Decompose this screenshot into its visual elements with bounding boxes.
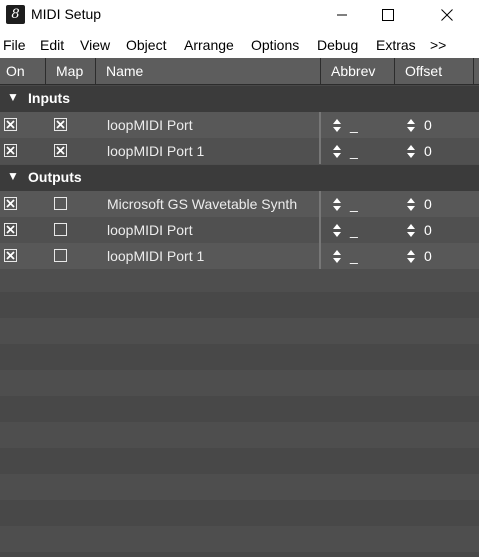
table-row: Microsoft GS Wavetable Synth _ 0 <box>0 191 479 217</box>
spinner-arrows-icon[interactable] <box>407 223 416 238</box>
offset-spinner[interactable]: 0 <box>407 143 432 159</box>
spinner-arrows-icon[interactable] <box>407 118 416 133</box>
spinner-arrows-icon[interactable] <box>333 249 342 264</box>
port-name: loopMIDI Port <box>107 222 193 238</box>
abbrev-spinner[interactable]: _ <box>333 196 358 212</box>
spinner-arrows-icon[interactable] <box>333 144 342 159</box>
map-checkbox[interactable] <box>54 249 67 262</box>
group-outputs[interactable]: ▼ Outputs <box>0 165 479 191</box>
offset-spinner[interactable]: 0 <box>407 248 432 264</box>
collapse-triangle-icon[interactable]: ▼ <box>7 90 19 104</box>
group-label: Inputs <box>28 90 70 106</box>
column-header-offset[interactable]: Offset <box>395 58 474 85</box>
close-icon <box>441 9 453 21</box>
close-button[interactable] <box>424 0 470 30</box>
spinner-arrows-icon[interactable] <box>407 144 416 159</box>
port-name: Microsoft GS Wavetable Synth <box>107 196 298 212</box>
midi-setup-table: On Map Name Abbrev Offset ▼ Inputs loopM… <box>0 58 479 557</box>
minimize-icon <box>337 14 347 16</box>
column-divider <box>319 138 321 164</box>
menu-file[interactable]: File <box>3 37 26 53</box>
spinner-arrows-icon[interactable] <box>333 118 342 133</box>
on-checkbox[interactable] <box>4 197 17 210</box>
abbrev-value: _ <box>350 248 358 264</box>
abbrev-value: _ <box>350 196 358 212</box>
offset-value: 0 <box>424 117 432 133</box>
port-name: loopMIDI Port 1 <box>107 248 205 264</box>
column-divider <box>319 217 321 243</box>
menu-extras[interactable]: Extras <box>376 37 416 53</box>
on-checkbox[interactable] <box>4 118 17 131</box>
menu-object[interactable]: Object <box>126 37 166 53</box>
on-checkbox[interactable] <box>4 249 17 262</box>
column-header-on[interactable]: On <box>0 58 46 85</box>
menu-view[interactable]: View <box>80 37 110 53</box>
abbrev-value: _ <box>350 143 358 159</box>
column-header-name[interactable]: Name <box>96 58 321 85</box>
port-name: loopMIDI Port 1 <box>107 143 205 159</box>
maximize-icon <box>382 9 394 21</box>
column-divider <box>319 191 321 217</box>
offset-value: 0 <box>424 248 432 264</box>
menu-edit[interactable]: Edit <box>40 37 64 53</box>
menu-options[interactable]: Options <box>251 37 299 53</box>
menu-overflow[interactable]: >> <box>430 37 446 53</box>
offset-spinner[interactable]: 0 <box>407 222 432 238</box>
map-checkbox[interactable] <box>54 144 67 157</box>
offset-value: 0 <box>424 196 432 212</box>
column-divider <box>319 243 321 269</box>
map-checkbox[interactable] <box>54 197 67 210</box>
abbrev-spinner[interactable]: _ <box>333 248 358 264</box>
title-bar: 8 MIDI Setup <box>0 0 479 30</box>
group-label: Outputs <box>28 169 82 185</box>
app-icon[interactable]: 8 <box>6 5 25 24</box>
map-checkbox[interactable] <box>54 118 67 131</box>
table-row: loopMIDI Port _ 0 <box>0 112 479 138</box>
on-checkbox[interactable] <box>4 144 17 157</box>
map-checkbox[interactable] <box>54 223 67 236</box>
table-row: loopMIDI Port 1 _ 0 <box>0 138 479 164</box>
column-header-map[interactable]: Map <box>46 58 96 85</box>
abbrev-spinner[interactable]: _ <box>333 143 358 159</box>
menu-arrange[interactable]: Arrange <box>184 37 234 53</box>
menu-debug[interactable]: Debug <box>317 37 358 53</box>
menu-bar: File Edit View Object Arrange Options De… <box>0 34 479 58</box>
table-row: loopMIDI Port 1 _ 0 <box>0 243 479 269</box>
abbrev-spinner[interactable]: _ <box>333 222 358 238</box>
group-inputs[interactable]: ▼ Inputs <box>0 86 479 112</box>
offset-value: 0 <box>424 143 432 159</box>
collapse-triangle-icon[interactable]: ▼ <box>7 169 19 183</box>
spinner-arrows-icon[interactable] <box>333 197 342 212</box>
spinner-arrows-icon[interactable] <box>333 223 342 238</box>
offset-spinner[interactable]: 0 <box>407 196 432 212</box>
abbrev-value: _ <box>350 222 358 238</box>
on-checkbox[interactable] <box>4 223 17 236</box>
table-header: On Map Name Abbrev Offset <box>0 58 479 85</box>
spinner-arrows-icon[interactable] <box>407 249 416 264</box>
abbrev-value: _ <box>350 117 358 133</box>
spinner-arrows-icon[interactable] <box>407 197 416 212</box>
abbrev-spinner[interactable]: _ <box>333 117 358 133</box>
minimize-button[interactable] <box>319 0 365 30</box>
offset-spinner[interactable]: 0 <box>407 117 432 133</box>
offset-value: 0 <box>424 222 432 238</box>
table-row: loopMIDI Port _ 0 <box>0 217 479 243</box>
column-divider <box>319 112 321 138</box>
maximize-button[interactable] <box>365 0 411 30</box>
window-title: MIDI Setup <box>31 6 102 22</box>
port-name: loopMIDI Port <box>107 117 193 133</box>
column-header-abbrev[interactable]: Abbrev <box>321 58 395 85</box>
